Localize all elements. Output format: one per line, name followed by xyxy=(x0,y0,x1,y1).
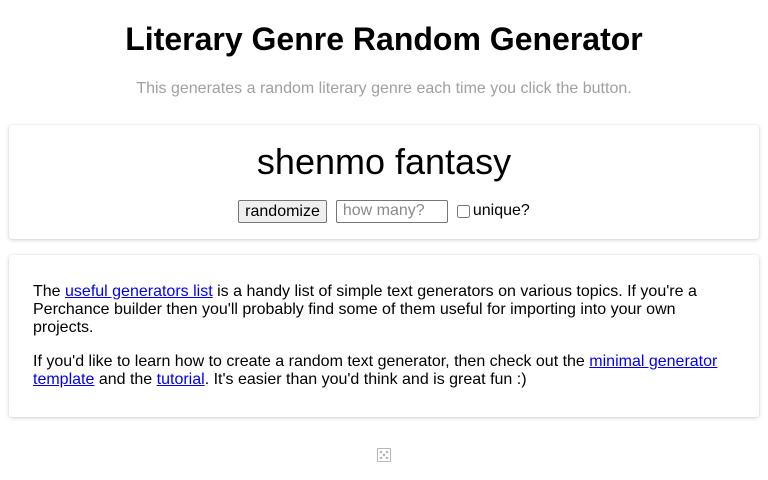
info-paragraph-generators-list: The useful generators list is a handy li… xyxy=(33,283,735,337)
page: Literary Genre Random Generator This gen… xyxy=(0,0,768,480)
how-many-input[interactable] xyxy=(335,199,448,223)
info-card: The useful generators list is a handy li… xyxy=(9,255,759,417)
generator-card: shenmo fantasy randomize unique? xyxy=(9,125,759,239)
info-p2-middle: and the xyxy=(94,371,157,388)
generator-output: shenmo fantasy xyxy=(256,141,512,182)
useful-generators-list-link[interactable]: useful generators list xyxy=(65,283,213,300)
generator-controls: randomize unique? xyxy=(9,199,759,223)
info-p2-prefix: If you'd like to learn how to create a r… xyxy=(33,353,590,370)
page-title: Literary Genre Random Generator xyxy=(125,21,643,57)
page-subtitle: This generates a random literary genre e… xyxy=(136,80,632,97)
unique-label: unique? xyxy=(472,202,530,219)
info-p2-suffix: . It's easier than you'd think and is gr… xyxy=(204,371,527,388)
info-paragraph-tutorial: If you'd like to learn how to create a r… xyxy=(33,353,735,389)
dice-icon[interactable] xyxy=(376,447,392,463)
randomize-button[interactable]: randomize xyxy=(238,199,327,223)
tutorial-link[interactable]: tutorial xyxy=(157,371,205,388)
unique-option[interactable]: unique? xyxy=(456,202,530,220)
info-p1-prefix: The xyxy=(33,283,66,300)
unique-checkbox[interactable] xyxy=(456,204,470,218)
